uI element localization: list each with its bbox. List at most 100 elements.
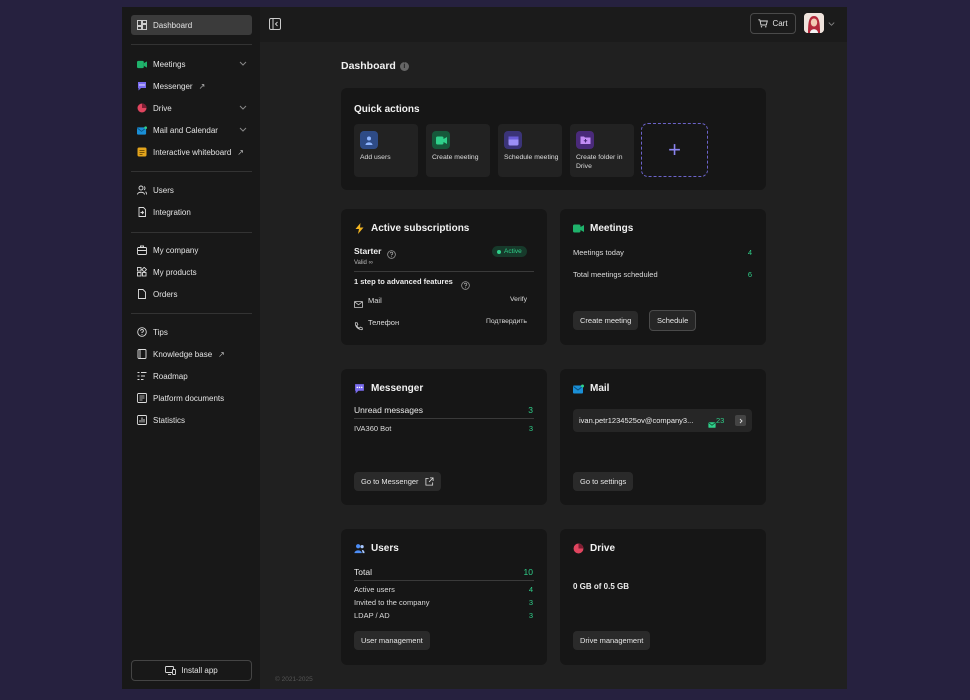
info-icon[interactable]: i: [399, 61, 409, 71]
sidebar-item-label: My products: [153, 267, 197, 277]
unread-mail-count: 23: [716, 416, 725, 425]
user-management-button[interactable]: User management: [354, 631, 430, 650]
chevron-down-icon[interactable]: [238, 58, 248, 68]
drive-pie-icon: [137, 103, 147, 113]
mail-verification-label: Mail: [368, 296, 382, 305]
sidebar-item-statistics[interactable]: Statistics: [131, 410, 252, 430]
sidebar-item-label: Dashboard: [153, 20, 193, 30]
meetings-total-label: Total meetings scheduled: [573, 270, 658, 279]
card-title: Users: [354, 543, 399, 554]
monitor-icon: [165, 666, 177, 675]
mail-card: Mail ivan.petr1234525ov@company3... 23 G…: [560, 369, 766, 505]
create-meeting-button[interactable]: Create meeting: [573, 311, 639, 330]
quick-action-add-users[interactable]: Add users: [354, 124, 418, 177]
unread-messages-value: 3: [528, 405, 533, 415]
roadmap-icon: [137, 371, 147, 381]
sidebar-item-label: Drive: [153, 103, 172, 113]
sidebar-item-integration[interactable]: Integration: [131, 202, 252, 222]
briefcase-icon: [137, 245, 147, 255]
cart-button[interactable]: Cart: [750, 13, 796, 34]
book-icon: [137, 349, 147, 359]
chevron-right-icon[interactable]: [735, 415, 746, 426]
sidebar-item-whiteboard[interactable]: Interactive whiteboard ↗: [131, 142, 252, 162]
mail-address: ivan.petr1234525ov@company3...: [579, 416, 694, 425]
sidebar-item-my-company[interactable]: My company: [131, 240, 252, 260]
quick-action-create-folder[interactable]: Create folder in Drive: [570, 124, 634, 177]
avatar[interactable]: [804, 13, 824, 33]
sidebar-item-knowledge-base[interactable]: Knowledge base ↗: [131, 344, 252, 364]
sidebar-item-orders[interactable]: Orders: [131, 284, 252, 304]
plus-icon: +: [668, 137, 681, 162]
drive-pie-icon: [573, 543, 584, 554]
sidebar-item-meetings[interactable]: Meetings: [131, 54, 252, 74]
plan-name: Starter: [354, 246, 382, 256]
drive-management-button[interactable]: Drive management: [573, 631, 651, 650]
mail-icon: [137, 125, 147, 135]
sidebar-item-platform-documents[interactable]: Platform documents: [131, 388, 252, 408]
sidebar-divider: [131, 232, 252, 233]
users-icon: [137, 185, 147, 195]
document-icon: [137, 289, 147, 299]
sidebar-item-drive[interactable]: Drive: [131, 98, 252, 118]
sidebar-item-label: Users: [153, 185, 174, 195]
external-link-icon: ↗: [218, 349, 225, 359]
cart-label: Cart: [772, 19, 788, 28]
unread-messages-label: Unread messages: [354, 405, 423, 415]
meetings-today-value: 4: [747, 248, 752, 257]
chevron-down-icon[interactable]: [238, 102, 248, 112]
sidebar-toggle-icon[interactable]: [269, 18, 281, 30]
sidebar-item-label: Knowledge base: [153, 349, 213, 359]
users-icon: [354, 543, 365, 554]
dashboard-icon: [137, 20, 147, 30]
integration-icon: [137, 207, 147, 217]
phone-icon: [354, 318, 363, 331]
go-to-messenger-button[interactable]: Go to Messenger: [354, 472, 441, 491]
drive-usage: 0 GB of 0.5 GB: [573, 582, 630, 591]
sidebar-item-messenger[interactable]: Messenger ↗: [131, 76, 252, 96]
sidebar-item-label: Integration: [153, 207, 191, 217]
add-quick-action-button[interactable]: +: [641, 123, 708, 177]
schedule-button[interactable]: Schedule: [649, 310, 697, 331]
mailbox-row[interactable]: ivan.petr1234525ov@company3... 23: [573, 409, 752, 432]
sidebar-item-dashboard[interactable]: Dashboard: [131, 15, 252, 35]
quick-action-schedule-meeting[interactable]: Schedule meeting: [498, 124, 562, 177]
card-title: Mail: [573, 383, 609, 394]
sidebar-item-roadmap[interactable]: Roadmap: [131, 366, 252, 386]
sidebar-item-my-products[interactable]: My products: [131, 262, 252, 282]
invited-users-value: 3: [528, 598, 533, 607]
sidebar: Dashboard Meetings Messenger ↗ Drive Mai…: [122, 7, 260, 689]
sidebar-item-label: Orders: [153, 289, 178, 299]
list-item[interactable]: IVA360 Bot: [354, 424, 391, 433]
users-card: Users Total 10 Active users 4 Invited to…: [341, 529, 547, 665]
help-circle-icon: [137, 327, 147, 337]
phone-verification-label: Телефон: [368, 318, 400, 327]
quick-action-create-meeting[interactable]: Create meeting: [426, 124, 490, 177]
video-camera-icon: [432, 131, 450, 149]
sidebar-item-label: Tips: [153, 327, 168, 337]
quick-action-label: Add users: [360, 154, 391, 161]
verify-mail-link[interactable]: Verify: [510, 296, 527, 303]
meetings-card: Meetings Meetings today 4 Total meetings…: [560, 209, 766, 345]
card-title-text: Meetings: [590, 223, 634, 234]
help-circle-icon[interactable]: [387, 246, 396, 259]
card-title: Active subscriptions: [354, 223, 469, 234]
card-title-text: Messenger: [371, 383, 424, 394]
chevron-down-icon[interactable]: [238, 124, 248, 134]
card-title: Drive: [573, 543, 615, 554]
invited-users-label: Invited to the company: [354, 598, 430, 607]
verify-phone-link[interactable]: Подтвердить: [486, 318, 527, 325]
install-app-label: Install app: [181, 666, 218, 675]
sidebar-item-tips[interactable]: Tips: [131, 322, 252, 342]
go-to-settings-button[interactable]: Go to settings: [573, 472, 634, 491]
help-circle-icon[interactable]: [461, 277, 470, 290]
sidebar-item-mail-calendar[interactable]: Mail and Calendar: [131, 120, 252, 140]
products-grid-icon: [137, 267, 147, 277]
ldap-users-value: 3: [528, 611, 533, 620]
sidebar-item-label: Messenger: [153, 81, 193, 91]
quick-action-label: Schedule meeting: [504, 154, 559, 161]
sidebar-item-users[interactable]: Users: [131, 180, 252, 200]
sidebar-divider: [131, 313, 252, 314]
whiteboard-icon: [137, 147, 147, 157]
chevron-down-icon[interactable]: [827, 19, 836, 28]
install-app-button[interactable]: Install app: [131, 660, 252, 681]
